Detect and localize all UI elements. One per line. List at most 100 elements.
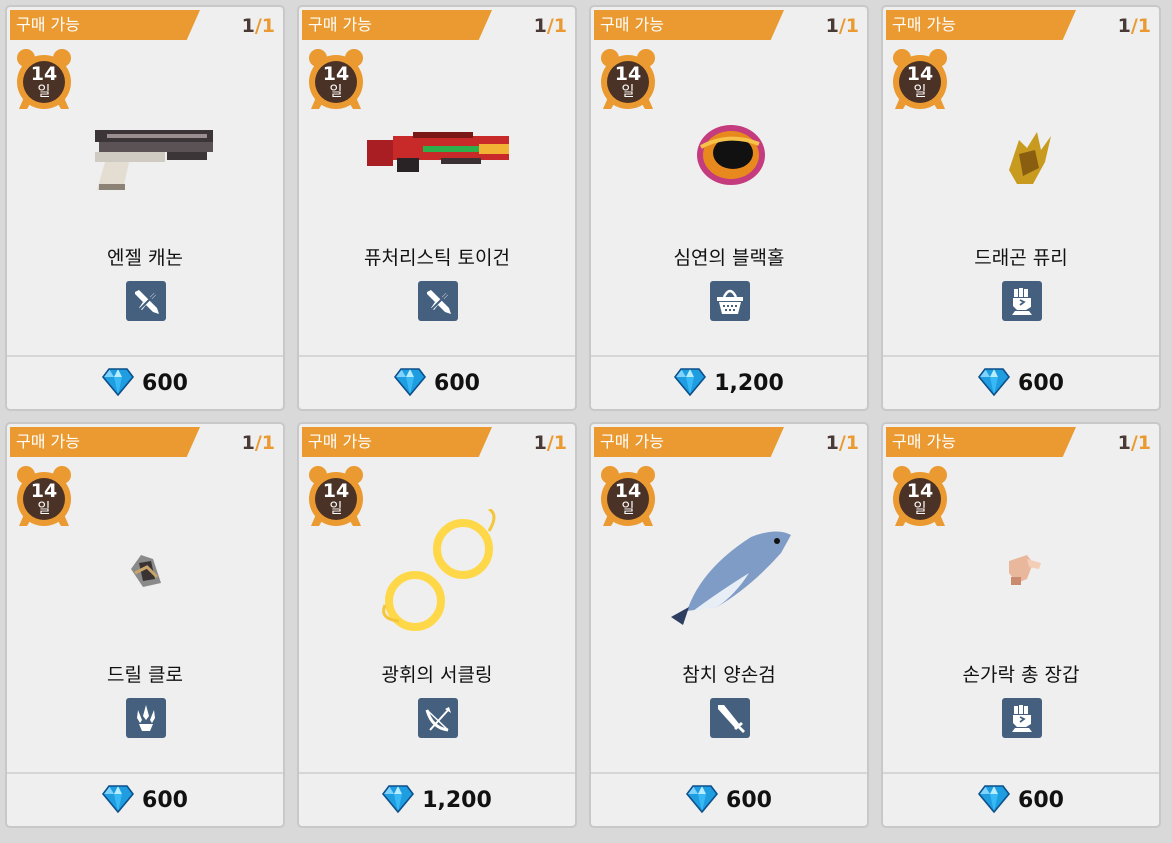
count-separator: /	[546, 432, 554, 454]
duration-days: 14	[322, 63, 350, 85]
count-max: 1	[553, 432, 567, 454]
price-value: 600	[142, 787, 188, 813]
status-badge: 구매 가능	[594, 427, 784, 457]
tuna-art	[631, 509, 831, 639]
price-value: 600	[1018, 787, 1064, 813]
count-separator: /	[254, 432, 262, 454]
price-value: 600	[726, 787, 772, 813]
price-value: 600	[142, 370, 188, 396]
shop-item-card[interactable]: 구매 가능 1/1 14 일 심연의 블랙홀 1,200	[589, 5, 869, 411]
status-badge: 구매 가능	[10, 427, 200, 457]
count-current: 1	[241, 15, 255, 37]
status-badge: 구매 가능	[594, 10, 784, 40]
purchase-count: 1/1	[242, 428, 275, 458]
count-current: 1	[825, 432, 839, 454]
item-name: 광휘의 서클링	[381, 664, 493, 686]
item-name: 참치 양손검	[682, 664, 776, 686]
count-max: 1	[553, 15, 567, 37]
price-value: 1,200	[714, 370, 784, 396]
price-button[interactable]: 600	[299, 357, 575, 409]
shop-item-card[interactable]: 구매 가능 1/1 14 일 퓨처리스틱 토이건 600	[297, 5, 577, 411]
count-max: 1	[261, 432, 275, 454]
pistol-art	[47, 92, 247, 222]
item-name: 드래곤 퓨리	[974, 247, 1068, 269]
shop-item-card[interactable]: 구매 가능 1/1 14 일 드래곤 퓨리 600	[881, 5, 1161, 411]
count-current: 1	[1117, 432, 1131, 454]
count-max: 1	[845, 15, 859, 37]
purchase-count: 1/1	[1118, 11, 1151, 41]
status-badge: 구매 가능	[886, 10, 1076, 40]
count-current: 1	[533, 432, 547, 454]
purchase-count: 1/1	[826, 11, 859, 41]
count-max: 1	[261, 15, 275, 37]
basket-icon	[710, 281, 750, 321]
price-button[interactable]: 600	[7, 774, 283, 826]
rifle-art	[339, 92, 539, 222]
purchase-count: 1/1	[826, 428, 859, 458]
price-button[interactable]: 600	[883, 357, 1159, 409]
duration-days: 14	[30, 63, 58, 85]
shop-item-grid: 구매 가능 1/1 14 일 엔젤 캐논 600 구매 가능 1/1 14 일 …	[0, 0, 1172, 843]
dragon-claw-art	[923, 92, 1123, 222]
purchase-count: 1/1	[534, 428, 567, 458]
drill-art	[47, 509, 247, 639]
status-badge: 구매 가능	[886, 427, 1076, 457]
shop-item-card[interactable]: 구매 가능 1/1 14 일 참치 양손검 600	[589, 422, 869, 828]
duration-days: 14	[30, 480, 58, 502]
status-badge: 구매 가능	[302, 427, 492, 457]
diamond-icon	[978, 366, 1011, 400]
duration-days: 14	[614, 480, 642, 502]
count-separator: /	[546, 15, 554, 37]
price-button[interactable]: 600	[591, 774, 867, 826]
count-current: 1	[241, 432, 255, 454]
status-badge: 구매 가능	[302, 10, 492, 40]
count-separator: /	[1130, 15, 1138, 37]
price-button[interactable]: 600	[7, 357, 283, 409]
shop-item-card[interactable]: 구매 가능 1/1 14 일 엔젤 캐논 600	[5, 5, 285, 411]
shop-item-card[interactable]: 구매 가능 1/1 14 일 손가락 총 장갑 600	[881, 422, 1161, 828]
duration-days: 14	[906, 63, 934, 85]
count-max: 1	[1137, 15, 1151, 37]
status-badge: 구매 가능	[10, 10, 200, 40]
purchase-count: 1/1	[1118, 428, 1151, 458]
finger-glove-art	[923, 509, 1123, 639]
diamond-icon	[102, 366, 135, 400]
gun-icon	[126, 281, 166, 321]
count-separator: /	[838, 432, 846, 454]
claw-icon	[126, 698, 166, 738]
gun-icon	[418, 281, 458, 321]
price-value: 1,200	[422, 787, 492, 813]
count-current: 1	[825, 15, 839, 37]
duration-days: 14	[322, 480, 350, 502]
item-name: 엔젤 캐논	[107, 247, 183, 269]
bow-icon	[418, 698, 458, 738]
item-name: 심연의 블랙홀	[673, 247, 785, 269]
count-separator: /	[1130, 432, 1138, 454]
price-button[interactable]: 1,200	[591, 357, 867, 409]
purchase-count: 1/1	[242, 11, 275, 41]
price-value: 600	[434, 370, 480, 396]
diamond-icon	[674, 366, 707, 400]
shop-item-card[interactable]: 구매 가능 1/1 14 일 드릴 클로 600	[5, 422, 285, 828]
fist-icon	[1002, 281, 1042, 321]
blackhole-art	[631, 92, 831, 222]
diamond-icon	[394, 366, 427, 400]
count-max: 1	[845, 432, 859, 454]
item-name: 퓨처리스틱 토이건	[364, 247, 510, 269]
diamond-icon	[102, 783, 135, 817]
purchase-count: 1/1	[534, 11, 567, 41]
item-name: 손가락 총 장갑	[962, 664, 1080, 686]
count-max: 1	[1137, 432, 1151, 454]
item-name: 드릴 클로	[107, 664, 183, 686]
price-button[interactable]: 600	[883, 774, 1159, 826]
sword-icon	[710, 698, 750, 738]
count-separator: /	[254, 15, 262, 37]
price-value: 600	[1018, 370, 1064, 396]
count-current: 1	[1117, 15, 1131, 37]
duration-days: 14	[906, 480, 934, 502]
duration-days: 14	[614, 63, 642, 85]
shop-item-card[interactable]: 구매 가능 1/1 14 일 광휘의 서클링 1,200	[297, 422, 577, 828]
count-current: 1	[533, 15, 547, 37]
ring-art	[339, 509, 539, 639]
price-button[interactable]: 1,200	[299, 774, 575, 826]
